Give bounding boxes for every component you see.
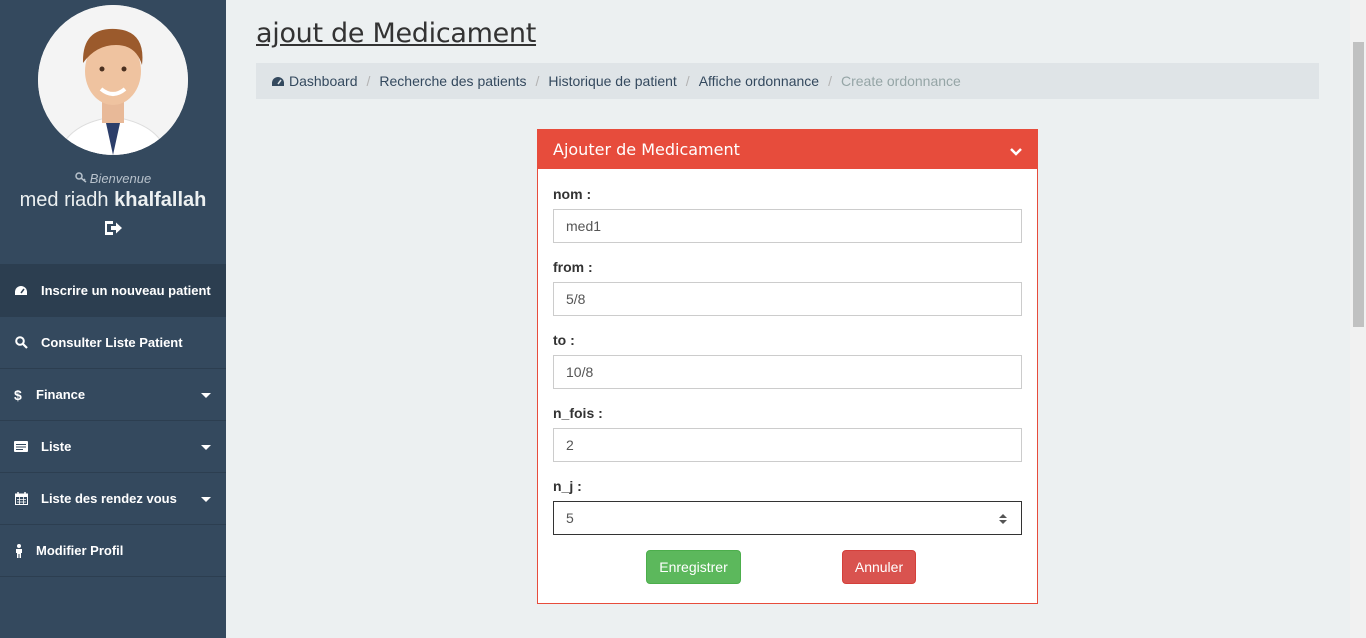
key-icon bbox=[75, 171, 87, 186]
n-j-label: n_j : bbox=[553, 478, 582, 494]
page-title: ajout de Medicament bbox=[256, 18, 537, 49]
sidebar-menu: Inscrire un nouveau patient Consulter Li… bbox=[0, 265, 226, 577]
chevron-down-icon bbox=[201, 393, 211, 398]
sidebar-item-label: Modifier Profil bbox=[36, 543, 124, 558]
sidebar-item-finance[interactable]: $ Finance bbox=[0, 369, 226, 421]
avatar-image bbox=[38, 5, 188, 155]
breadcrumb-affiche[interactable]: Affiche ordonnance bbox=[699, 73, 819, 89]
user-icon bbox=[14, 543, 23, 558]
n-fois-label: n_fois : bbox=[553, 405, 603, 421]
list-icon bbox=[14, 440, 28, 454]
breadcrumb-recherche[interactable]: Recherche des patients bbox=[379, 73, 526, 89]
dollar-icon: $ bbox=[14, 388, 23, 402]
field-nom: nom : bbox=[553, 186, 1022, 243]
chevron-down-icon bbox=[201, 497, 211, 502]
breadcrumb-separator: / bbox=[366, 73, 371, 89]
field-n-fois: n_fois : bbox=[553, 405, 1022, 462]
breadcrumb-separator: / bbox=[685, 73, 690, 89]
panel-title: Ajouter de Medicament bbox=[553, 140, 740, 159]
cancel-button[interactable]: Annuler bbox=[842, 550, 916, 584]
sidebar-item-label: Finance bbox=[36, 387, 86, 402]
breadcrumb-separator: / bbox=[828, 73, 832, 89]
sidebar-item-label: Consulter Liste Patient bbox=[41, 335, 183, 350]
chevron-down-icon bbox=[201, 445, 211, 450]
medicament-form-panel: Ajouter de Medicament nom : from : to : … bbox=[537, 129, 1038, 604]
breadcrumb: Dashboard / Recherche des patients / His… bbox=[256, 63, 1319, 99]
sidebar: Bienvenue med riadh khalfallah Inscrire … bbox=[0, 0, 226, 638]
form-actions: Enregistrer Annuler bbox=[553, 535, 1022, 585]
field-from: from : bbox=[553, 259, 1022, 316]
sidebar-item-inscrire[interactable]: Inscrire un nouveau patient bbox=[0, 265, 226, 317]
avatar bbox=[38, 5, 188, 155]
sidebar-item-rendez-vous[interactable]: Liste des rendez vous bbox=[0, 473, 226, 525]
user-first-name: med riadh bbox=[19, 189, 109, 211]
panel-header: Ajouter de Medicament bbox=[538, 130, 1037, 169]
user-last-name: khalfallah bbox=[114, 189, 207, 211]
sidebar-item-modifier-profil[interactable]: Modifier Profil bbox=[0, 525, 226, 577]
breadcrumb-label: Dashboard bbox=[289, 73, 358, 89]
nom-input[interactable] bbox=[553, 209, 1022, 243]
from-input[interactable] bbox=[553, 282, 1022, 316]
welcome-label: Bienvenue bbox=[89, 171, 152, 186]
sidebar-item-label: Liste bbox=[41, 439, 72, 454]
nom-label: nom : bbox=[553, 186, 592, 202]
user-name: med riadh khalfallah bbox=[0, 189, 226, 212]
form-body: nom : from : to : n_fois : n_j : bbox=[538, 186, 1037, 585]
to-input[interactable] bbox=[553, 355, 1022, 389]
to-label: to : bbox=[553, 332, 575, 348]
breadcrumb-dashboard[interactable]: Dashboard bbox=[271, 73, 358, 89]
svg-text:$: $ bbox=[14, 388, 22, 402]
sidebar-item-label: Liste des rendez vous bbox=[41, 491, 177, 506]
page-scrollbar[interactable] bbox=[1350, 0, 1366, 638]
dashboard-icon bbox=[271, 75, 285, 89]
dashboard-icon bbox=[14, 284, 28, 298]
chevron-down-icon[interactable] bbox=[1009, 143, 1023, 156]
scrollbar-thumb[interactable] bbox=[1353, 42, 1364, 327]
sidebar-item-liste[interactable]: Liste bbox=[0, 421, 226, 473]
n-j-wrapper bbox=[553, 501, 1022, 535]
main-content: ajout de Medicament Dashboard / Recherch… bbox=[226, 0, 1350, 638]
field-n-j: n_j : bbox=[553, 478, 1022, 535]
sidebar-item-consulter[interactable]: Consulter Liste Patient bbox=[0, 317, 226, 369]
field-to: to : bbox=[553, 332, 1022, 389]
breadcrumb-separator: / bbox=[535, 73, 540, 89]
welcome-text: Bienvenue bbox=[0, 171, 226, 186]
calendar-icon bbox=[14, 492, 28, 506]
save-button[interactable]: Enregistrer bbox=[646, 550, 741, 584]
breadcrumb-historique[interactable]: Historique de patient bbox=[548, 73, 676, 89]
search-icon bbox=[14, 336, 28, 350]
logout-icon[interactable] bbox=[102, 220, 124, 238]
number-spinner-icon[interactable] bbox=[999, 512, 1007, 524]
breadcrumb-current: Create ordonnance bbox=[840, 73, 961, 89]
n-j-input[interactable] bbox=[553, 501, 1022, 535]
n-fois-input[interactable] bbox=[553, 428, 1022, 462]
profile-block: Bienvenue med riadh khalfallah bbox=[0, 5, 226, 265]
sidebar-item-label: Inscrire un nouveau patient bbox=[41, 283, 211, 298]
from-label: from : bbox=[553, 259, 593, 275]
